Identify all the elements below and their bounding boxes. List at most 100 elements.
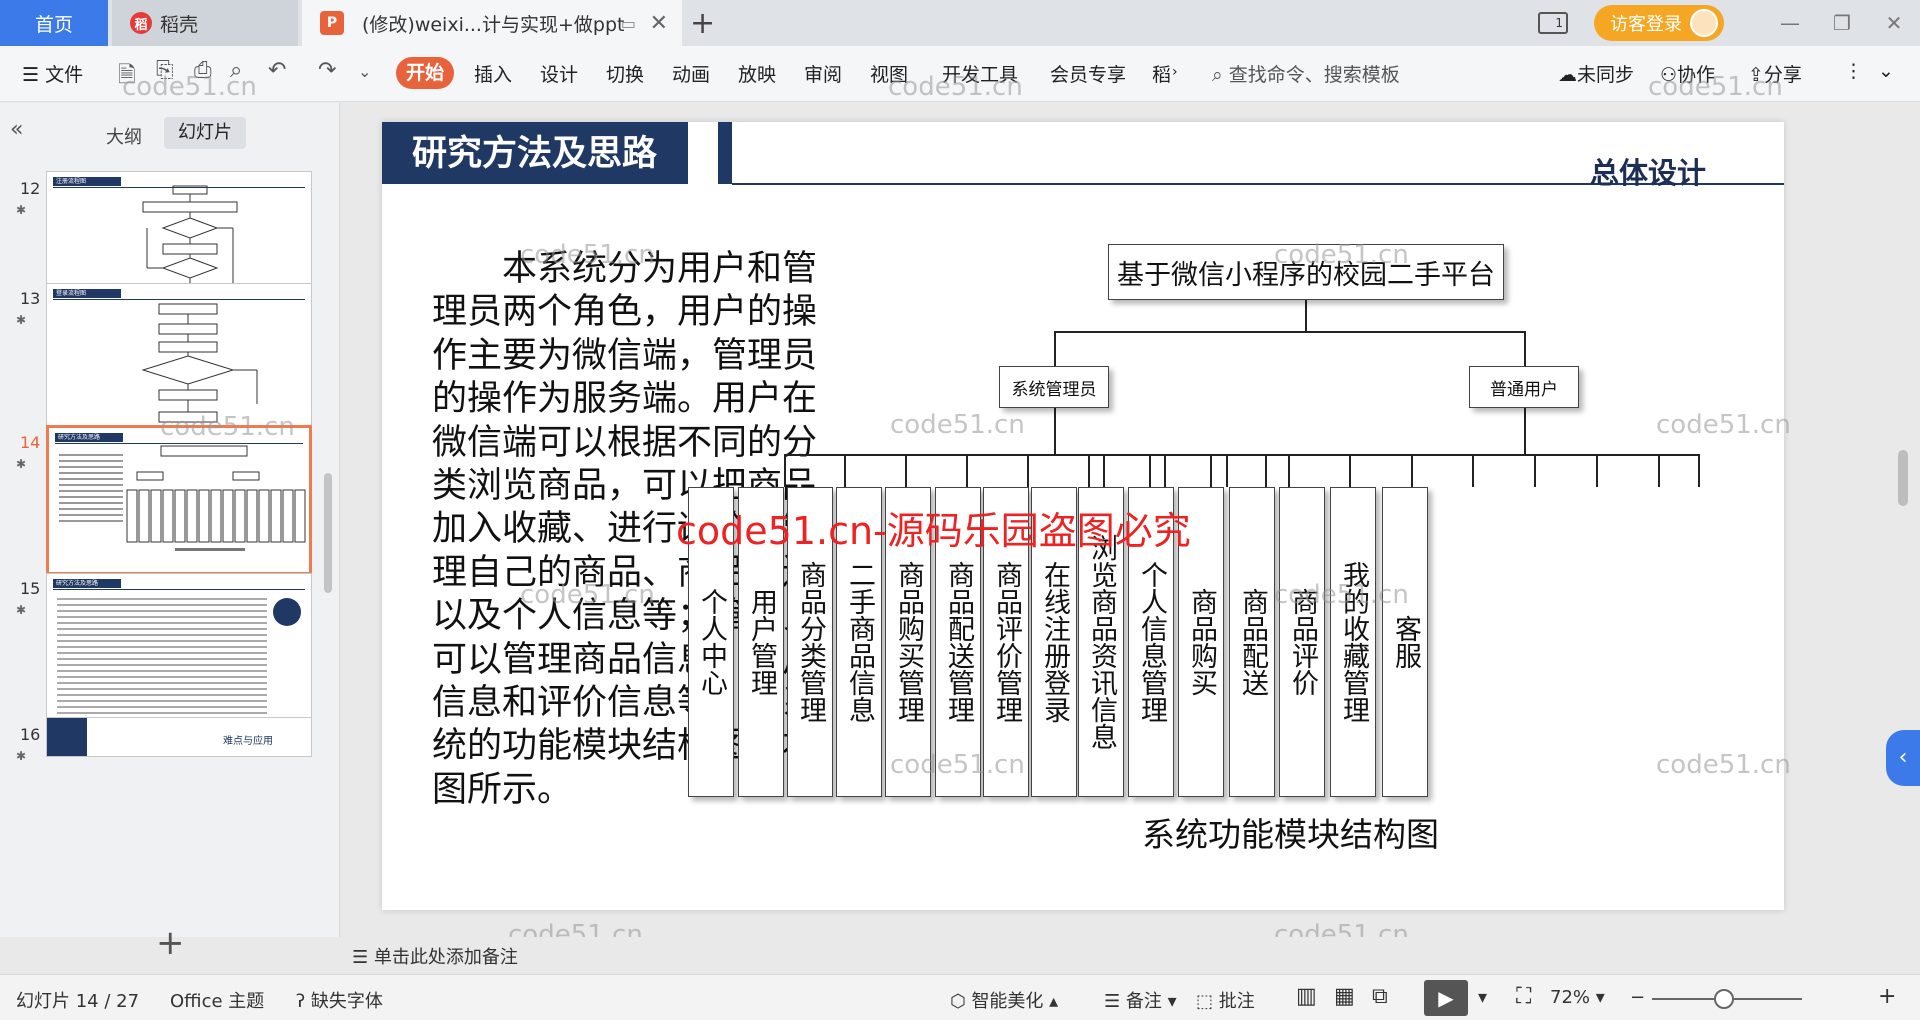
tab-slides[interactable]: 幻灯片 bbox=[164, 117, 246, 149]
beautify-icon: ⬡ bbox=[950, 991, 972, 1012]
tab-home[interactable]: 首页 bbox=[0, 0, 108, 46]
collapse-ribbon-icon[interactable]: ⌄ bbox=[1878, 60, 1894, 82]
tab-review[interactable]: 审阅 bbox=[804, 60, 842, 87]
more-options-icon[interactable]: ⋮ bbox=[1844, 60, 1863, 82]
tab-slideshow[interactable]: 放映 bbox=[738, 60, 776, 87]
tab-document[interactable]: P (修改)weixi...计与实现+做ppt ▭ ✕ bbox=[302, 0, 682, 46]
slide-thumbnail-13[interactable]: 登录流程图 bbox=[46, 283, 312, 433]
zoom-in-icon[interactable]: + bbox=[1878, 984, 1896, 1009]
tab-docer-label: 稻壳 bbox=[160, 13, 199, 36]
undo-icon[interactable]: ↶ bbox=[268, 58, 286, 83]
tab-design[interactable]: 设计 bbox=[540, 60, 578, 87]
minimize-icon[interactable]: — bbox=[1764, 11, 1816, 35]
root-node: 基于微信小程序的校园二手平台 bbox=[1108, 244, 1504, 300]
module-node: 个人信息管理 bbox=[1128, 487, 1174, 797]
canvas-scrollbar[interactable] bbox=[1898, 450, 1908, 506]
tab-docer[interactable]: 稻 稻壳 bbox=[112, 0, 298, 46]
role-node-user: 普通用户 bbox=[1469, 366, 1579, 408]
connector-line bbox=[1658, 454, 1660, 487]
connector-line bbox=[1305, 300, 1307, 332]
missing-font-button[interactable]: ʔ 缺失字体 bbox=[296, 987, 383, 1013]
tab-developer[interactable]: 开发工具 bbox=[942, 60, 1018, 87]
slide-canvas[interactable]: 研究方法及思路 总体设计 本系统分为用户和管理员两个角色，用户的操作主要为微信端… bbox=[382, 122, 1784, 910]
tab-docer-ribbon[interactable]: 稻 bbox=[1152, 60, 1171, 87]
visitor-login-button[interactable]: 访客登录 bbox=[1594, 5, 1724, 41]
tab-transition[interactable]: 切换 bbox=[606, 60, 644, 87]
print-preview-icon[interactable]: ⌕ bbox=[230, 58, 242, 83]
zoom-level-label: 72% bbox=[1550, 987, 1591, 1008]
fit-window-icon[interactable]: ⛶ bbox=[1516, 984, 1531, 1009]
command-search[interactable]: ⌕ 查找命令、搜索模板 bbox=[1212, 60, 1400, 87]
slide-sorter-icon[interactable]: ▦ bbox=[1334, 984, 1355, 1009]
sync-button[interactable]: ☁未同步 bbox=[1558, 60, 1634, 87]
slide-thumbnail-14[interactable]: 研究方法及思路 bbox=[46, 425, 312, 575]
smart-beautify-button[interactable]: ⬡ 智能美化 ▴ bbox=[950, 987, 1058, 1013]
comment-button[interactable]: ⬚ 批注 bbox=[1196, 987, 1255, 1013]
restore-icon[interactable]: ❐ bbox=[1816, 11, 1868, 35]
redo-icon[interactable]: ↷ bbox=[318, 58, 336, 83]
connector-line bbox=[784, 454, 786, 487]
connector-line bbox=[1349, 454, 1351, 487]
search-icon: ⌕ bbox=[1212, 64, 1223, 86]
print-icon[interactable]: ⎙ bbox=[194, 58, 212, 83]
reading-view-icon[interactable]: ⧉ bbox=[1372, 984, 1388, 1009]
thumb-decoration bbox=[47, 718, 87, 756]
notes-button-label: 备注 bbox=[1125, 991, 1162, 1012]
connector-line bbox=[1524, 331, 1526, 366]
zoom-level[interactable]: 72% ▾ bbox=[1550, 987, 1605, 1008]
close-window-icon[interactable]: ✕ bbox=[1868, 11, 1920, 35]
presentation-file-icon: P bbox=[320, 11, 344, 35]
sync-label: 未同步 bbox=[1577, 64, 1635, 86]
connector-line bbox=[1534, 454, 1536, 487]
expand-side-panel-icon[interactable]: ‹ bbox=[1886, 730, 1920, 786]
sidebar-toggle-icon[interactable]: 1 bbox=[1538, 12, 1568, 34]
connector-line bbox=[1103, 454, 1699, 456]
normal-view-icon[interactable]: ▥ bbox=[1296, 984, 1317, 1009]
tab-insert[interactable]: 插入 bbox=[474, 60, 512, 87]
role-node-admin: 系统管理员 bbox=[999, 366, 1109, 408]
more-quick-access-icon[interactable]: ⌄ bbox=[358, 62, 371, 81]
play-slideshow-button[interactable]: ▶ bbox=[1424, 980, 1468, 1016]
visitor-login-label: 访客登录 bbox=[1610, 14, 1682, 35]
slide-thumbnail-15[interactable]: 研究方法及思路 bbox=[46, 573, 312, 723]
collab-button[interactable]: ⚇协作 bbox=[1660, 60, 1715, 87]
file-menu[interactable]: ☰ 文件 bbox=[22, 60, 83, 87]
theme-name[interactable]: Office 主题 bbox=[170, 987, 264, 1013]
flowchart-thumbnail bbox=[141, 303, 258, 423]
notes-button[interactable]: ☰ 备注 ▾ bbox=[1104, 987, 1177, 1013]
panel-scrollbar[interactable] bbox=[324, 473, 332, 593]
zoom-slider-handle[interactable] bbox=[1714, 989, 1734, 1009]
export-icon[interactable]: ⎘ bbox=[156, 58, 174, 83]
zoom-out-icon[interactable]: − bbox=[1630, 987, 1645, 1008]
ribbon: ☰ 文件 🗎 ⎘ ⎙ ⌕ ↶ ↷ ⌄ 开始 插入 设计 切换 动画 放映 审阅 … bbox=[0, 46, 1920, 102]
tab-outline[interactable]: 大纲 bbox=[106, 123, 142, 149]
tab-start[interactable]: 开始 bbox=[396, 57, 454, 89]
play-options-icon[interactable]: ▾ bbox=[1478, 987, 1487, 1008]
module-node: 客服 bbox=[1382, 487, 1428, 797]
ribbon-scroll-right-icon[interactable]: › bbox=[1172, 64, 1178, 80]
close-tab-icon[interactable]: ✕ bbox=[650, 11, 668, 36]
connector-line bbox=[905, 454, 907, 487]
notes-area[interactable]: ☰ 单击此处添加备注 bbox=[342, 937, 1898, 973]
animation-star-icon: ✱ bbox=[16, 203, 27, 217]
tab-home-label: 首页 bbox=[34, 13, 73, 36]
add-slide-icon[interactable]: + bbox=[156, 923, 185, 963]
collapse-panel-icon[interactable]: « bbox=[10, 117, 23, 142]
slide-panel: « 大纲 幻灯片 12 ✱ 注册流程图 13 ✱ 登录流程图 14 ✱ 研究方法… bbox=[0, 103, 340, 963]
slide-number: 16 bbox=[20, 725, 41, 744]
slide-thumbnail-16[interactable]: 难点与应用 bbox=[46, 717, 312, 757]
tab-animation[interactable]: 动画 bbox=[672, 60, 710, 87]
save-icon[interactable]: 🗎 bbox=[118, 58, 136, 96]
share-button[interactable]: ⇪分享 bbox=[1748, 60, 1802, 87]
connector-line bbox=[1698, 454, 1700, 487]
command-search-label: 查找命令、搜索模板 bbox=[1228, 64, 1400, 86]
avatar bbox=[1690, 9, 1718, 37]
window-mode-icon[interactable]: ▭ bbox=[621, 14, 636, 33]
missing-font-label: 缺失字体 bbox=[310, 991, 383, 1012]
module-node: 浏览商品资讯信息 bbox=[1078, 487, 1124, 797]
tab-view[interactable]: 视图 bbox=[870, 60, 908, 87]
animation-star-icon: ✱ bbox=[16, 313, 27, 327]
new-tab-icon[interactable]: + bbox=[690, 6, 715, 41]
tab-member[interactable]: 会员专享 bbox=[1050, 60, 1126, 87]
chart-caption: 系统功能模块结构图 bbox=[1142, 815, 1439, 854]
